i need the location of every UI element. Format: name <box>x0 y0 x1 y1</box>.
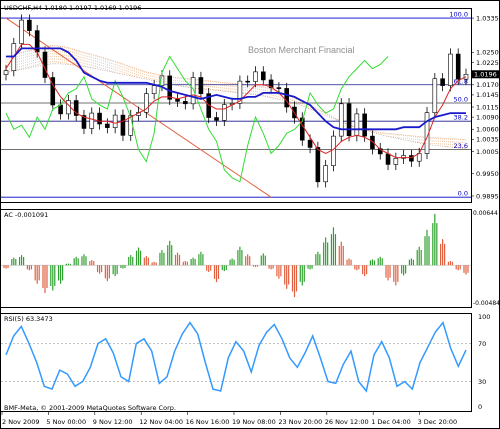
time-tick-label: 1 Dec 04:00 <box>371 418 411 426</box>
candle-body <box>19 19 24 44</box>
current-price-marker: 1.0196 <box>472 70 499 79</box>
svg-text:1.0196: 1.0196 <box>474 71 497 79</box>
time-tick-label: 19 Nov 08:00 <box>232 418 276 426</box>
time-tick-label: 26 Nov 12:00 <box>325 418 369 426</box>
fibo-label-50-0: 50.0 <box>454 95 468 103</box>
candle-body <box>385 153 391 165</box>
candle-body <box>432 78 438 113</box>
ac-title: AC -0.001091 <box>4 211 48 219</box>
candle-body <box>393 158 399 165</box>
candle-body <box>89 112 95 129</box>
candle-body <box>151 85 157 94</box>
candle-body <box>3 70 9 75</box>
ac-tick-label: 0.00644 <box>473 210 498 217</box>
candle-body <box>284 88 289 108</box>
price-tick-label: 1.0225 <box>476 59 499 67</box>
time-tick-label: 12 Nov 04:00 <box>139 418 183 426</box>
price-tick-label: 0.9950 <box>476 170 499 178</box>
candle-body <box>354 113 360 137</box>
candle-body <box>331 135 336 166</box>
copyright-text: BMF-Meta, © 2001-2009 MetaQuotes Softwar… <box>4 404 176 412</box>
candle-body <box>222 104 227 121</box>
candle-body <box>198 77 204 94</box>
price-tick-label: 1.0250 <box>476 49 499 57</box>
candle-body <box>440 78 445 86</box>
candle-body <box>183 101 188 105</box>
price-tick-label: 1.0145 <box>476 91 499 99</box>
time-tick-label: 2 Nov 2009 <box>2 418 40 426</box>
candle-body <box>346 103 352 137</box>
candle-body <box>112 114 118 128</box>
candle-body <box>338 103 344 137</box>
candle-body <box>190 77 196 105</box>
rsi-tick-label: 70 <box>478 340 486 348</box>
candle-body <box>97 112 102 125</box>
fibo-label-100-0: 100.0 <box>449 11 468 19</box>
fibo-label-0-0: 0.0 <box>458 190 468 198</box>
candle-body <box>315 147 321 183</box>
candle-body <box>175 99 180 102</box>
candle-body <box>253 71 258 82</box>
fibo-label-23-6: 23.6 <box>454 142 468 150</box>
fibo-label-38-2: 38.2 <box>454 114 468 122</box>
candle-body <box>120 114 126 136</box>
candle-body <box>448 53 453 86</box>
price-chart-title: USDCHF,H4 1.0180 1.0197 1.0169 1.0196 <box>4 4 141 12</box>
price-tick-label: 1.0060 <box>476 126 499 134</box>
rsi-tick-label: 30 <box>478 378 486 386</box>
time-tick-label: 9 Nov 12:00 <box>93 418 133 426</box>
price-tick-label: 1.0035 <box>476 136 499 144</box>
price-tick-label: 1.0115 <box>476 103 499 111</box>
rsi-tick-label: 100 <box>478 313 490 321</box>
watermark: Boston Merchant Financial <box>248 45 355 55</box>
time-tick-label: 3 Dec 20:00 <box>418 418 458 426</box>
candle-body <box>455 53 461 80</box>
rsi-title: RSI(5) 63.3473 <box>4 315 53 323</box>
time-tick-label: 5 Nov 00:00 <box>46 418 86 426</box>
price-tick-label: 1.0005 <box>476 148 499 156</box>
price-tick-label: 1.0335 <box>476 14 499 22</box>
rsi-tick-label: 0 <box>478 403 482 411</box>
chart-canvas: 100.061.850.038.223.60.0 Boston Merchant… <box>0 0 500 429</box>
candle-body <box>66 100 71 115</box>
candle-body <box>362 113 367 137</box>
candle-body <box>27 19 32 31</box>
time-tick-label: 16 Nov 16:00 <box>186 418 230 426</box>
candle-body <box>105 123 110 128</box>
price-tick-label: 1.0090 <box>476 113 499 121</box>
price-tick-label: 1.0170 <box>476 81 499 89</box>
ac-tick-label: -0.00484 <box>473 300 500 307</box>
candle-body <box>307 139 313 148</box>
price-tick-label: 0.9895 <box>476 192 499 200</box>
candle-body <box>167 75 173 100</box>
candle-body <box>276 87 282 89</box>
candle-body <box>58 104 63 115</box>
candle-body <box>323 165 328 183</box>
time-tick-label: 23 Nov 20:00 <box>278 418 322 426</box>
candle-body <box>214 117 219 121</box>
chart-window: 100.0 61.8 50.0 38.2 23.6 0.0 Boston Merchant… <box>0 0 500 429</box>
candle-body <box>245 80 250 83</box>
candle-body <box>260 71 266 81</box>
